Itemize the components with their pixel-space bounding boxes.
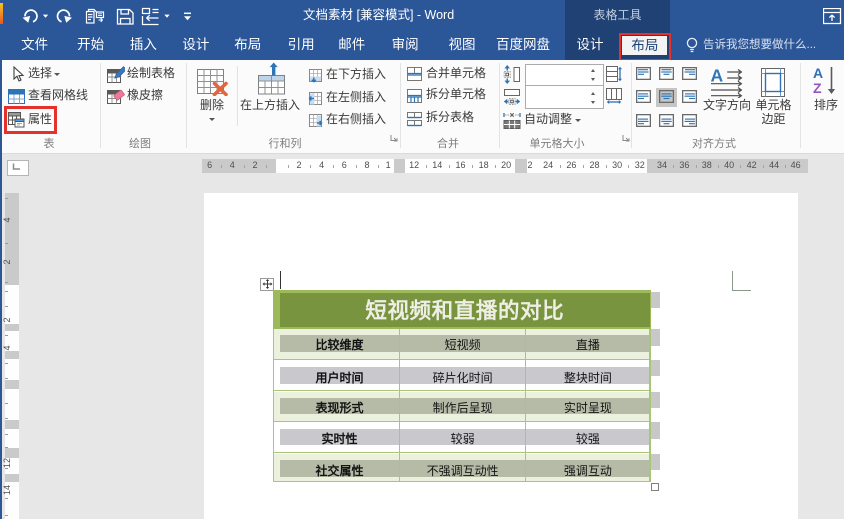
svg-text:A: A bbox=[710, 65, 723, 85]
svg-text:Z: Z bbox=[813, 80, 822, 96]
svg-text:A: A bbox=[813, 65, 823, 81]
